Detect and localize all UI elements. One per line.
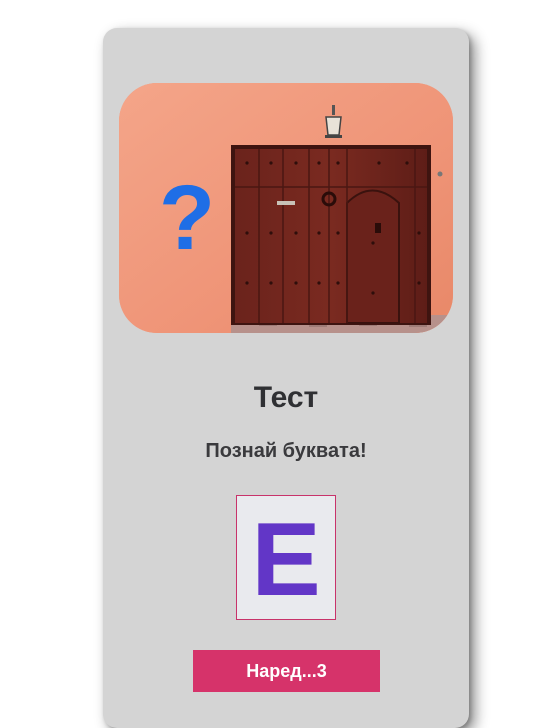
page-title: Тест	[253, 381, 319, 414]
next-button[interactable]: Наред...3	[193, 650, 380, 692]
letter-display: E	[251, 501, 321, 618]
question-mark-icon: ?	[159, 167, 215, 269]
hero-image: ?	[119, 83, 453, 333]
quiz-card: ? Тест Познай буквата! E Наред...3	[103, 28, 469, 728]
letter-tile[interactable]: E	[236, 495, 336, 620]
page-subtitle: Познай буквата!	[205, 440, 367, 462]
